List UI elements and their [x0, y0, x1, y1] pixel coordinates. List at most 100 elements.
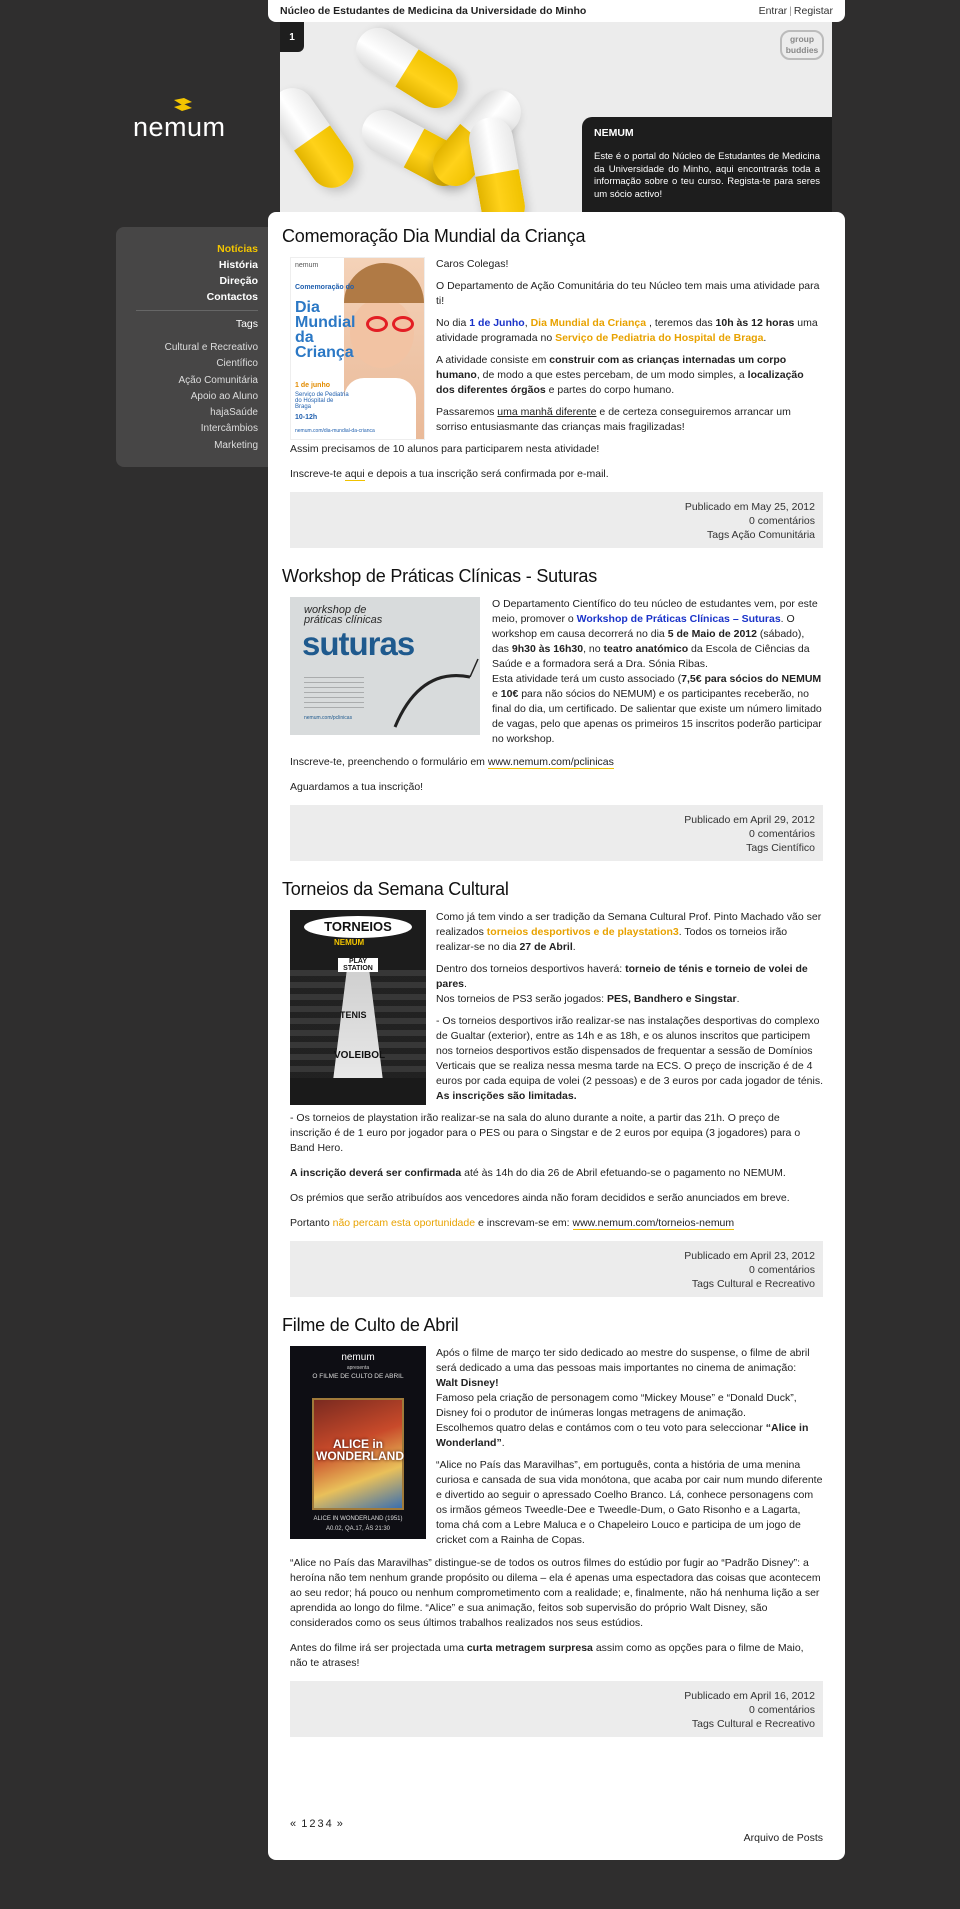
post-tags[interactable]: Tags Científico [290, 841, 815, 855]
post-paragraph: No dia 1 de Junho, Dia Mundial da Crianç… [436, 317, 818, 344]
nav-direcao[interactable]: Direção [116, 273, 258, 289]
post-title[interactable]: Comemoração Dia Mundial da Criança [282, 226, 823, 247]
post-paragraph: - Os torneios de playstation irão realiz… [290, 1112, 801, 1154]
post: Workshop de Práticas Clínicas - Suturas … [282, 566, 823, 861]
tag-cultural[interactable]: Cultural e Recreativo [116, 340, 258, 356]
poster-time: 10-12h [295, 414, 318, 421]
nav-contactos[interactable]: Contactos [116, 289, 258, 305]
tags-title: Tags [235, 318, 258, 330]
post-comments-link[interactable]: 0 comentários [290, 1263, 815, 1277]
post-date: Publicado em April 29, 2012 [684, 814, 815, 826]
post-tags[interactable]: Tags Cultural e Recreativo [290, 1717, 815, 1731]
poster-film: ALICE in WONDERLAND [316, 1437, 404, 1463]
post-tags[interactable]: Tags Ação Comunitária [290, 528, 815, 542]
post: Torneios da Semana Cultural TORNEIOS NEM… [282, 879, 823, 1297]
post-paragraph: Antes do filme irá ser projectada uma cu… [290, 1642, 804, 1669]
post-tags[interactable]: Tags Cultural e Recreativo [290, 1277, 815, 1291]
poster-line: Comemoração do [295, 284, 355, 291]
post-image-torneios[interactable]: TORNEIOS NEMUM PLAY STATION TENIS VOLEIB… [290, 910, 426, 1105]
post-paragraph: Caros Colegas! [436, 258, 509, 270]
post-image-suturas[interactable]: workshop de práticas clínicas suturas ne… [290, 597, 480, 735]
post-comments-link[interactable]: 0 comentários [290, 1703, 815, 1717]
archive-link[interactable]: Arquivo de Posts [744, 1832, 823, 1844]
post-meta: Publicado em April 29, 2012 0 comentário… [290, 805, 823, 861]
nav-historia[interactable]: História [116, 257, 258, 273]
post-meta: Publicado em April 16, 2012 0 comentário… [290, 1681, 823, 1737]
poster-line: workshop de práticas clínicas [304, 604, 383, 626]
tag-cientifico[interactable]: Científico [116, 356, 258, 372]
post-paragraph: Como já tem vindo a ser tradição da Sema… [436, 911, 822, 953]
register-link[interactable]: Registar [794, 5, 833, 17]
post-title[interactable]: Filme de Culto de Abril [282, 1315, 823, 1336]
post-paragraph: Os prémios que serão atribuídos aos venc… [290, 1192, 790, 1204]
pagination: « 1234 » [290, 1818, 345, 1830]
poster-l1: PLAY STATION [338, 958, 378, 972]
poster-url: nemum.com/dia-mundial-da-crianca [295, 428, 375, 434]
post-paragraph: Passaremos uma manhã diferente e de cert… [436, 406, 791, 433]
post-comments-link[interactable]: 0 comentários [290, 827, 815, 841]
header-info-title: NEMUM [594, 127, 634, 139]
main-content: Comemoração Dia Mundial da Criança nemum… [268, 212, 845, 1860]
post-paragraph: Portanto não percam esta oportunidade e … [290, 1217, 735, 1230]
post-image-dia-crianca[interactable]: nemum Comemoração do Dia Mundial da Cria… [290, 257, 425, 440]
poster-brand: NEMUM [334, 938, 365, 947]
logo-text: nemum [133, 112, 226, 142]
post-paragraph: Após o filme de março ter sido dedicado … [436, 1347, 810, 1449]
signup-link[interactable]: aqui [344, 468, 365, 481]
pager-page-1[interactable]: 1 [301, 1818, 307, 1830]
post-image-alice[interactable]: nemum apresenta O FILME DE CULTO DE ABRI… [290, 1346, 426, 1539]
post-date: Publicado em April 23, 2012 [684, 1250, 815, 1262]
header-info-box: NEMUM Este é o portal do Núcleo de Estud… [582, 117, 832, 212]
post-paragraph: O Departamento Científico do teu núcleo … [492, 598, 822, 745]
post-paragraph: Inscreve-te, preenchendo o formulário em… [290, 756, 614, 769]
post-title[interactable]: Workshop de Práticas Clínicas - Suturas [282, 566, 823, 587]
pager-page-2[interactable]: 2 [309, 1818, 315, 1830]
site-logo[interactable]: nemum [133, 98, 243, 143]
post-paragraph: Assim precisamos de 10 alunos para parti… [290, 443, 600, 455]
post-meta: Publicado em April 23, 2012 0 comentário… [290, 1241, 823, 1297]
poster-place: Serviço de Pediatria do Hospital de Brag… [295, 392, 349, 410]
needle-icon [393, 658, 479, 728]
poster-big: Dia Mundial da Criança [295, 299, 356, 361]
poster-date: 1 de junho [295, 382, 330, 389]
pager-next[interactable]: » [337, 1818, 343, 1830]
post-date: Publicado em April 16, 2012 [684, 1690, 815, 1702]
poster-when: A0.02, QA.17, ÀS 21:30 [325, 1526, 391, 1532]
poster-caption: ALICE IN WONDERLAND (1951) [313, 1516, 403, 1522]
tag-intercambios[interactable]: Intercâmbios [116, 421, 258, 437]
post-comments-link[interactable]: 0 comentários [290, 514, 815, 528]
post-paragraph: A atividade consiste em construir com as… [436, 354, 804, 396]
post-paragraph: “Alice no País das Maravilhas”, em portu… [436, 1459, 823, 1546]
tag-acao-comunitaria[interactable]: Ação Comunitária [116, 373, 258, 389]
poster-brand: nemum [341, 1352, 375, 1363]
sidebar: Notícias História Direção Contactos Tags… [116, 227, 268, 467]
post-paragraph: A inscrição deverá ser confirmada até às… [290, 1167, 786, 1179]
post-paragraph: Inscreve-te aqui e depois a tua inscriçã… [290, 468, 609, 481]
site-name: Núcleo de Estudantes de Medicina da Univ… [280, 5, 587, 17]
pager-page-4[interactable]: 4 [326, 1818, 332, 1830]
post: Comemoração Dia Mundial da Criança nemum… [282, 226, 823, 548]
group-buddies-logo: group buddies [780, 30, 824, 60]
pager-page-3[interactable]: 3 [317, 1818, 323, 1830]
pager-prev[interactable]: « [290, 1818, 296, 1830]
post: Filme de Culto de Abril nemum apresenta … [282, 1315, 823, 1737]
post-date: Publicado em May 25, 2012 [684, 501, 815, 513]
pclinicas-link[interactable]: www.nemum.com/pclinicas [487, 756, 614, 769]
header-info-text: Este é o portal do Núcleo de Estudantes … [594, 151, 820, 200]
poster-l2: TENIS [340, 1010, 367, 1020]
poster-sub: apresenta [346, 1365, 370, 1371]
top-bar: Núcleo de Estudantes de Medicina da Univ… [268, 0, 845, 22]
tag-apoio-aluno[interactable]: Apoio ao Aluno [116, 389, 258, 405]
poster-url: nemum.com/pclinicas [304, 715, 353, 721]
poster-top: TORNEIOS [304, 916, 412, 938]
nav-noticias[interactable]: Notícias [116, 241, 258, 257]
tag-marketing[interactable]: Marketing [116, 438, 258, 454]
torneios-link[interactable]: www.nemum.com/torneios-nemum [572, 1217, 735, 1230]
login-link[interactable]: Entrar [759, 5, 788, 17]
post-paragraph: Aguardamos a tua inscrição! [290, 781, 424, 793]
tag-hajasaude[interactable]: hajaSaúde [116, 405, 258, 421]
slide-number[interactable]: 1 [280, 22, 304, 52]
post-paragraph: “Alice no País das Maravilhas” distingue… [290, 1557, 821, 1629]
post-title[interactable]: Torneios da Semana Cultural [282, 879, 823, 900]
poster-line: O FILME DE CULTO DE ABRIL [312, 1373, 404, 1380]
